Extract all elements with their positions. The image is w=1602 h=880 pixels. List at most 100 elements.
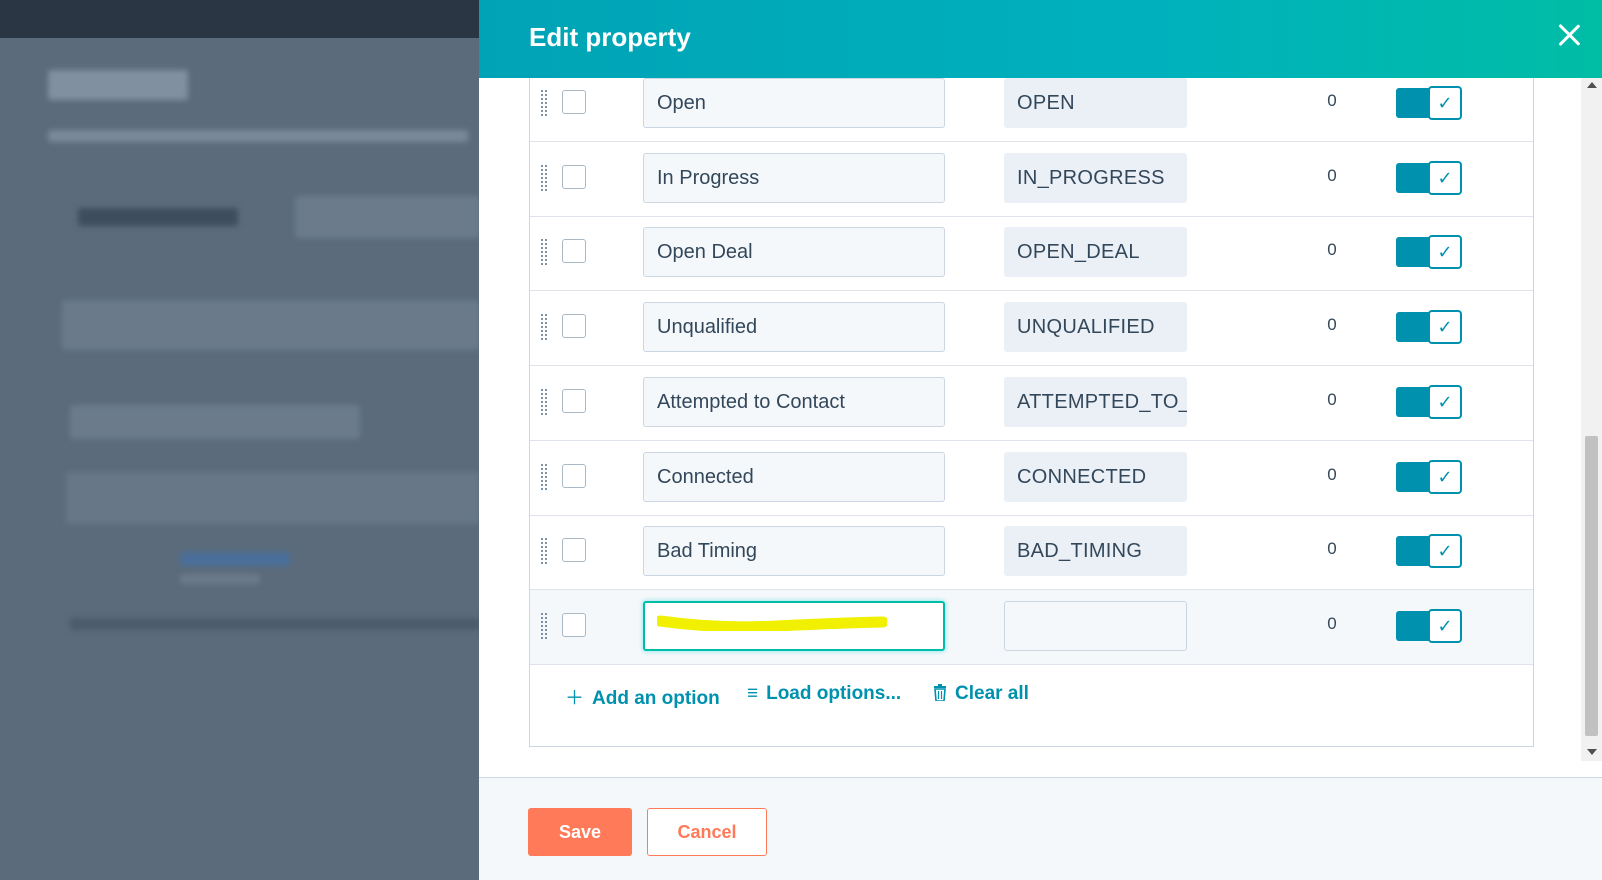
drag-handle-icon[interactable] <box>541 90 548 116</box>
checkmark-icon: ✓ <box>1428 235 1462 270</box>
option-label-input[interactable]: Attempted to Contact <box>643 376 945 427</box>
add-option-label: Add an option <box>592 688 720 709</box>
drag-handle-icon[interactable] <box>541 538 548 565</box>
panel-header: Edit property <box>479 0 1602 78</box>
option-checkbox[interactable] <box>562 612 586 637</box>
close-icon[interactable] <box>1554 20 1584 50</box>
scroll-up-arrow-icon[interactable] <box>1587 82 1597 88</box>
panel-title: Edit property <box>529 22 691 52</box>
cancel-button[interactable]: Cancel <box>647 808 767 856</box>
option-usage-count: 0 <box>1327 240 1337 260</box>
drag-handle-icon[interactable] <box>541 388 548 415</box>
option-value-input[interactable]: BAD_TIMING <box>1004 526 1187 577</box>
option-usage-count: 0 <box>1327 315 1337 335</box>
list-icon: ≡ <box>747 683 759 704</box>
option-checkbox[interactable] <box>562 463 586 488</box>
background-table-header-blur <box>66 472 480 524</box>
checkmark-icon: ✓ <box>1428 384 1462 419</box>
option-value-input[interactable]: OPEN <box>1004 78 1187 128</box>
option-label-input[interactable]: Connected <box>643 451 945 502</box>
drag-handle-icon[interactable] <box>541 314 548 341</box>
background-divider-blur <box>70 618 480 630</box>
scrollbar[interactable] <box>1581 78 1602 761</box>
option-label-input[interactable]: Open Deal <box>643 227 945 278</box>
option-checkbox[interactable] <box>562 538 586 563</box>
option-value-input[interactable]: UNQUALIFIED <box>1004 302 1187 353</box>
trash-icon <box>933 683 947 705</box>
option-label-input[interactable]: Unqualified <box>643 302 945 353</box>
option-row: Open OPEN 0 ✓ <box>530 78 1533 142</box>
edit-property-panel: Edit property 0 ✓ Bad Timing BAD_TIMING 0 ✓ Co… <box>479 0 1602 880</box>
drag-handle-icon[interactable] <box>541 463 548 490</box>
visibility-toggle[interactable]: ✓ <box>1396 384 1462 419</box>
option-label-input[interactable]: In Progress <box>643 152 945 203</box>
option-label-input[interactable]: Bad Timing <box>643 526 945 577</box>
drag-handle-icon[interactable] <box>541 612 548 639</box>
option-value-input[interactable]: OPEN_DEAL <box>1004 227 1187 278</box>
options-table: 0 ✓ Bad Timing BAD_TIMING 0 ✓ Connected CONNECT… <box>529 78 1534 747</box>
visibility-toggle[interactable]: ✓ <box>1396 235 1462 270</box>
clear-all-label: Clear all <box>955 683 1029 704</box>
visibility-toggle[interactable]: ✓ <box>1396 86 1462 120</box>
background-label-blur <box>78 208 238 226</box>
panel-body: 0 ✓ Bad Timing BAD_TIMING 0 ✓ Connected CONNECT… <box>479 78 1602 777</box>
scroll-thumb[interactable] <box>1585 436 1598 736</box>
option-usage-count: 0 <box>1327 389 1337 409</box>
visibility-toggle[interactable]: ✓ <box>1396 310 1462 345</box>
checkmark-icon: ✓ <box>1428 310 1462 345</box>
option-row: In Progress IN_PROGRESS 0 ✓ <box>530 141 1533 217</box>
scroll-down-arrow-icon[interactable] <box>1587 749 1597 755</box>
background-topbar <box>0 0 480 38</box>
option-row: Bad Timing BAD_TIMING 0 ✓ <box>530 514 1533 591</box>
checkmark-icon: ✓ <box>1428 160 1462 195</box>
option-usage-count: 0 <box>1327 464 1337 484</box>
visibility-toggle[interactable]: ✓ <box>1396 534 1462 569</box>
load-options-label: Load options... <box>766 683 902 704</box>
visibility-toggle[interactable]: ✓ <box>1396 160 1462 195</box>
background-subtext-blur <box>180 574 260 584</box>
option-label-input[interactable] <box>643 600 945 651</box>
options-actions: ＋ Add an option ≡ Load options... Clear al… <box>530 664 1533 746</box>
option-row: Connected CONNECTED 0 ✓ <box>530 440 1533 516</box>
background-search-blur <box>70 405 360 439</box>
option-value-input[interactable] <box>1004 600 1187 651</box>
option-row: Open Deal OPEN_DEAL 0 ✓ <box>530 215 1533 292</box>
option-checkbox[interactable] <box>562 90 586 114</box>
background-tabs-blur <box>62 300 480 350</box>
clear-all-button[interactable]: Clear all <box>933 683 1029 705</box>
option-label-input[interactable]: Open <box>643 78 945 128</box>
add-option-button[interactable]: ＋ Add an option <box>565 683 720 710</box>
redaction-highlight <box>657 615 887 631</box>
checkmark-icon: ✓ <box>1428 86 1462 120</box>
load-options-button[interactable]: ≡ Load options... <box>747 683 901 705</box>
option-row: Unqualified UNQUALIFIED 0 ✓ <box>530 290 1533 367</box>
option-value-input[interactable]: ATTEMPTED_TO_ <box>1004 376 1187 427</box>
drag-handle-icon[interactable] <box>541 164 548 191</box>
checkmark-icon: ✓ <box>1428 459 1462 494</box>
visibility-toggle[interactable]: ✓ <box>1396 459 1462 494</box>
background-title-blur <box>48 70 188 100</box>
background-text-blur <box>48 130 468 142</box>
option-row: 0 ✓ <box>530 588 1533 665</box>
background-select-blur <box>295 196 480 238</box>
panel-footer: Save Cancel <box>479 777 1602 880</box>
checkmark-icon: ✓ <box>1428 608 1462 643</box>
drag-handle-icon[interactable] <box>541 239 548 266</box>
option-checkbox[interactable] <box>562 164 586 189</box>
option-usage-count: 0 <box>1327 613 1337 633</box>
option-checkbox[interactable] <box>562 388 586 413</box>
option-usage-count: 0 <box>1327 539 1337 559</box>
option-checkbox[interactable] <box>562 239 586 264</box>
background-link-blur <box>180 552 290 566</box>
option-row: Attempted to Contact ATTEMPTED_TO_ 0 ✓ <box>530 365 1533 441</box>
option-usage-count: 0 <box>1327 165 1337 185</box>
save-button[interactable]: Save <box>528 808 632 856</box>
visibility-toggle[interactable]: ✓ <box>1396 608 1462 643</box>
plus-icon: ＋ <box>565 688 585 709</box>
option-value-input[interactable]: CONNECTED <box>1004 451 1187 502</box>
option-usage-count: 0 <box>1327 91 1337 110</box>
checkmark-icon: ✓ <box>1428 534 1462 569</box>
option-checkbox[interactable] <box>562 314 586 339</box>
option-value-input[interactable]: IN_PROGRESS <box>1004 152 1187 203</box>
background-page <box>0 0 480 880</box>
